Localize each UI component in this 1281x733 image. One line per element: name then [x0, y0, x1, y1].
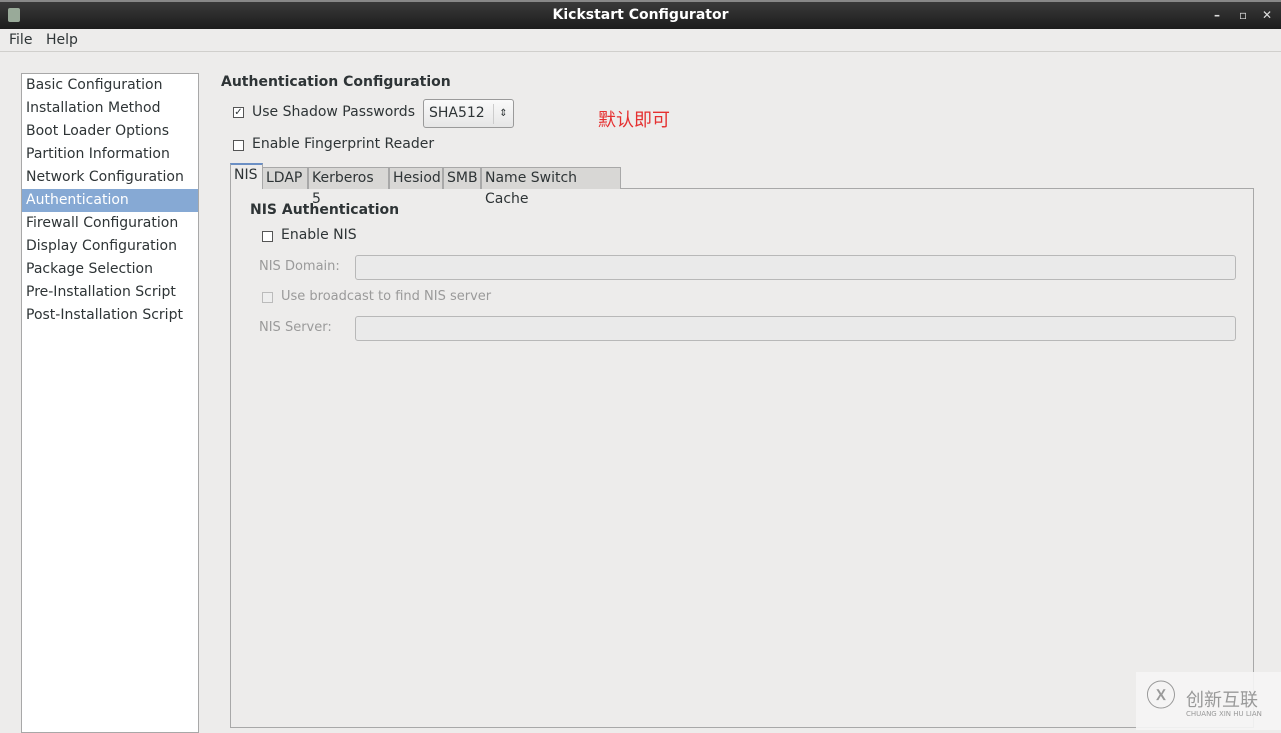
- sidebar: Basic Configuration Installation Method …: [21, 73, 199, 733]
- tab-ldap[interactable]: LDAP: [262, 167, 308, 189]
- hash-value: SHA512: [429, 105, 485, 121]
- maximize-button[interactable]: ▫: [1239, 2, 1247, 29]
- nis-heading: NIS Authentication: [250, 202, 400, 218]
- tab-kerberos[interactable]: Kerberos 5: [308, 167, 389, 207]
- tab-smb[interactable]: SMB: [443, 167, 481, 189]
- sidebar-item-partition[interactable]: Partition Information: [22, 143, 198, 166]
- broadcast-label: Use broadcast to find NIS server: [281, 289, 492, 304]
- shadow-passwords-checkbox[interactable]: ✓: [233, 107, 244, 118]
- menu-file[interactable]: File: [9, 32, 32, 48]
- shadow-passwords-label: Use Shadow Passwords: [252, 104, 415, 120]
- sidebar-item-packages[interactable]: Package Selection: [22, 258, 198, 281]
- nis-domain-input[interactable]: [355, 255, 1236, 280]
- watermark-logo: ⓧ 创新互联 CHUANG XIN HU LIAN: [1136, 672, 1281, 730]
- menu-bar: File Help: [0, 29, 1281, 52]
- title-bar: Kickstart Configurator – ▫ ✕: [0, 0, 1281, 29]
- minimize-button[interactable]: –: [1214, 2, 1220, 29]
- enable-nis-checkbox[interactable]: [262, 231, 273, 242]
- sidebar-item-pre-script[interactable]: Pre-Installation Script: [22, 281, 198, 304]
- tab-nis[interactable]: NIS: [230, 163, 263, 189]
- sidebar-item-installation[interactable]: Installation Method: [22, 97, 198, 120]
- sidebar-item-network[interactable]: Network Configuration: [22, 166, 198, 189]
- fingerprint-label: Enable Fingerprint Reader: [252, 136, 435, 152]
- tab-hesiod[interactable]: Hesiod: [389, 167, 443, 189]
- broadcast-checkbox[interactable]: [262, 292, 273, 303]
- sidebar-item-authentication[interactable]: Authentication: [22, 189, 198, 212]
- hash-select[interactable]: SHA512 ⇕: [423, 99, 514, 128]
- window-title: Kickstart Configurator: [552, 7, 729, 23]
- sidebar-item-basic[interactable]: Basic Configuration: [22, 74, 198, 97]
- updown-icon: ⇕: [493, 104, 513, 124]
- section-heading: Authentication Configuration: [221, 74, 451, 90]
- sidebar-item-post-script[interactable]: Post-Installation Script: [22, 304, 198, 327]
- watermark-subtext: CHUANG XIN HU LIAN: [1186, 710, 1262, 718]
- nis-server-input[interactable]: [355, 316, 1236, 341]
- sidebar-item-firewall[interactable]: Firewall Configuration: [22, 212, 198, 235]
- nis-domain-label: NIS Domain:: [259, 259, 340, 274]
- logo-icon: ⓧ: [1146, 679, 1176, 714]
- fingerprint-checkbox[interactable]: [233, 140, 244, 151]
- sidebar-item-bootloader[interactable]: Boot Loader Options: [22, 120, 198, 143]
- watermark-text: 创新互联: [1186, 690, 1258, 711]
- app-icon: [8, 8, 20, 22]
- enable-nis-label: Enable NIS: [281, 227, 357, 243]
- menu-help[interactable]: Help: [46, 32, 78, 48]
- nis-server-label: NIS Server:: [259, 320, 332, 335]
- annotation-note: 默认即可: [598, 110, 670, 131]
- close-button[interactable]: ✕: [1262, 2, 1272, 29]
- tab-name-switch-cache[interactable]: Name Switch Cache: [481, 167, 621, 207]
- sidebar-item-display[interactable]: Display Configuration: [22, 235, 198, 258]
